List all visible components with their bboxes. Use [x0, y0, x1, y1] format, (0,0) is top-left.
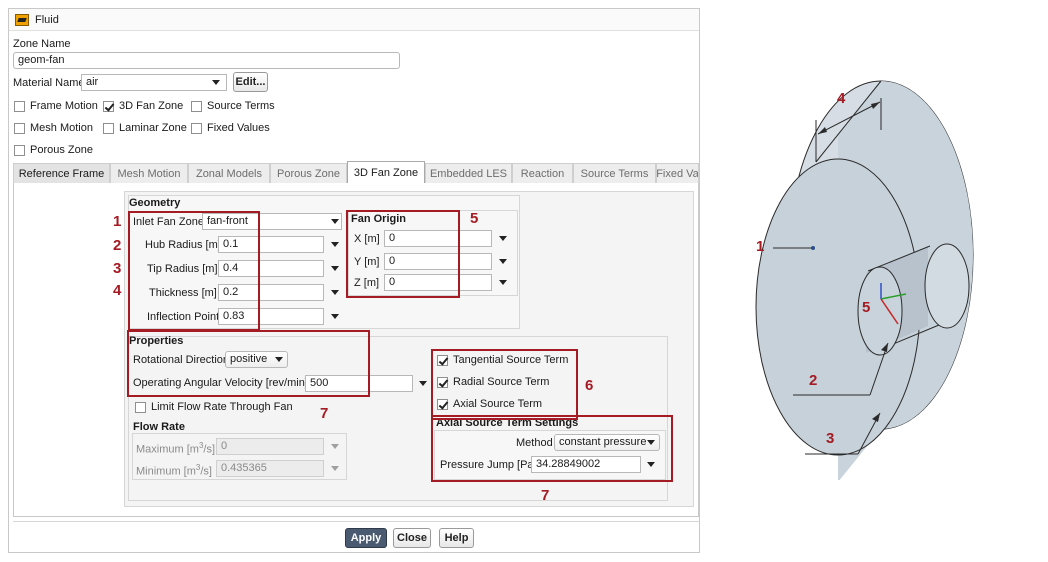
flow-min-menu-icon[interactable] [331, 466, 339, 471]
porous-zone-label: Porous Zone [30, 144, 93, 156]
callout-5: 5 [470, 210, 479, 227]
callout-box-origin [346, 210, 460, 298]
origin-z-menu-icon[interactable] [499, 280, 507, 285]
callout-3: 3 [113, 260, 122, 277]
tab-reaction[interactable]: Reaction [512, 163, 573, 183]
flow-rate-title: Flow Rate [133, 421, 185, 433]
thickness-menu-icon[interactable] [331, 290, 339, 295]
diagram-callout-5: 5 [862, 299, 871, 316]
zone-name-input[interactable]: geom-fan [13, 52, 400, 69]
help-button[interactable]: Help [439, 528, 474, 548]
porous-zone-checkbox[interactable] [14, 145, 25, 156]
edit-material-button[interactable]: Edit... [233, 72, 268, 92]
tab-embedded-les[interactable]: Embedded LES [425, 163, 512, 183]
material-dropdown-icon[interactable] [212, 80, 220, 85]
diagram-callout-3: 3 [826, 430, 835, 447]
zone-name-label: Zone Name [13, 38, 71, 50]
close-button[interactable]: Close [393, 528, 431, 548]
material-name-select[interactable]: air [81, 74, 227, 91]
diagram-callout-2: 2 [809, 372, 818, 389]
source-terms-label: Source Terms [207, 100, 275, 112]
footer-separator [13, 521, 699, 522]
fixed-values-checkbox[interactable] [191, 123, 202, 134]
fluid-dialog: Fluid Zone Name geom-fan Material Name a… [8, 8, 700, 553]
limit-flow-rate-label: Limit Flow Rate Through Fan [151, 401, 293, 413]
limit-flow-rate-checkbox[interactable] [135, 402, 146, 413]
geometry-title: Geometry [129, 197, 181, 209]
tab-mesh-motion[interactable]: Mesh Motion [110, 163, 188, 183]
flow-min-input[interactable]: 0.435365 [216, 460, 324, 477]
callout-1: 1 [113, 213, 122, 230]
flow-max-menu-icon[interactable] [331, 444, 339, 449]
flow-max-input[interactable]: 0 [216, 438, 324, 455]
tab-reference-frame[interactable]: Reference Frame [13, 163, 110, 183]
angular-velocity-menu-icon[interactable] [419, 381, 427, 386]
diagram-callout-1: 1 [756, 238, 765, 255]
origin-x-menu-icon[interactable] [499, 236, 507, 241]
mesh-motion-checkbox[interactable] [14, 123, 25, 134]
hub-radius-menu-icon[interactable] [331, 242, 339, 247]
tab-fixed-values[interactable]: Fixed Va [656, 163, 699, 183]
flow-min-label: Minimum [m3/s] [136, 463, 212, 478]
callout-7-properties: 7 [320, 405, 329, 422]
material-name-label: Material Name [13, 77, 85, 89]
diagram-callout-4: 4 [837, 90, 846, 107]
apply-button[interactable]: Apply [345, 528, 387, 548]
frame-motion-checkbox[interactable] [14, 101, 25, 112]
origin-y-menu-icon[interactable] [499, 259, 507, 264]
callout-6: 6 [585, 377, 594, 394]
inflection-point-menu-icon[interactable] [331, 314, 339, 319]
title-bar: Fluid [9, 9, 699, 31]
callout-4: 4 [113, 282, 122, 299]
frame-motion-label: Frame Motion [30, 100, 98, 112]
callout-box-source-terms [431, 349, 578, 420]
window-title: Fluid [35, 13, 59, 26]
tip-radius-menu-icon[interactable] [331, 266, 339, 271]
tab-porous-zone[interactable]: Porous Zone [270, 163, 347, 183]
callout-box-axial-settings [431, 415, 673, 482]
laminar-zone-checkbox[interactable] [103, 123, 114, 134]
fluent-app-icon [15, 13, 29, 26]
fixed-values-label: Fixed Values [207, 122, 270, 134]
tab-source-terms[interactable]: Source Terms [573, 163, 656, 183]
callout-2: 2 [113, 237, 122, 254]
inlet-fan-zone-dropdown-icon[interactable] [331, 219, 339, 224]
fan-cylinder-diagram [755, 80, 974, 480]
mesh-motion-label: Mesh Motion [30, 122, 93, 134]
flow-max-label: Maximum [m3/s] [136, 441, 216, 456]
callout-box-rotation [127, 330, 370, 397]
zone-tabs: Reference Frame Mesh Motion Zonal Models… [13, 161, 699, 183]
callout-box-geometry [128, 211, 260, 331]
hub-back-ellipse [924, 243, 970, 329]
laminar-zone-label: Laminar Zone [119, 122, 187, 134]
fan-zone-3d-label: 3D Fan Zone [119, 100, 184, 112]
source-terms-checkbox[interactable] [191, 101, 202, 112]
callout-7-axial: 7 [541, 487, 550, 504]
tab-3d-fan-zone[interactable]: 3D Fan Zone [347, 161, 425, 183]
tab-zonal-models[interactable]: Zonal Models [188, 163, 270, 183]
fan-zone-3d-checkbox[interactable] [103, 101, 114, 112]
